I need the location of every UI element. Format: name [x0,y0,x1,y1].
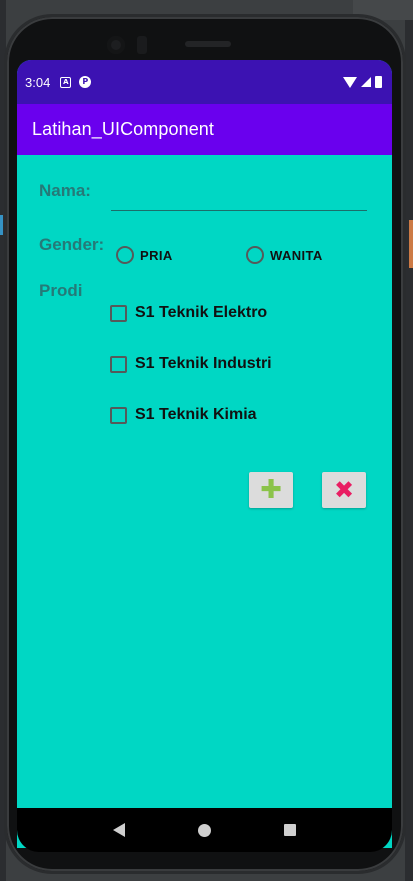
battery-icon [375,76,382,88]
close-icon: ✖ [333,476,355,504]
cancel-button[interactable]: ✖ [322,472,366,508]
prodi-label: Prodi [39,281,83,300]
front-camera [107,36,125,54]
status-time: 3:04 [25,74,51,90]
radio-circle-icon [116,246,134,264]
registration-form: Nama: Gender: PRIA WANITA Prodi S1 Tekni… [17,155,392,848]
signal-icon [361,77,371,87]
gender-label: Gender: [39,235,105,254]
add-button[interactable]: ✚ [249,472,293,508]
device-screen: 3:04 A P Latihan_UIComponent Nama: Gende… [17,60,392,848]
gender-option-label: PRIA [140,247,173,263]
proximity-sensor [137,36,147,54]
prodi-checkbox-kimia[interactable]: S1 Teknik Kimia [110,406,257,424]
prodi-option-label: S1 Teknik Elektro [135,304,268,321]
ide-editor-right-edge [405,0,413,881]
app-title: Latihan_UIComponent [32,119,215,139]
ide-scroll-marker [409,220,413,268]
wifi-icon [343,76,357,88]
status-indicators [343,76,382,88]
checkbox-square-icon [110,406,127,424]
prodi-option-label: S1 Teknik Industri [135,355,272,372]
a-notification-icon: A [60,76,72,88]
checkbox-square-icon [110,304,127,322]
prodi-checkbox-industri[interactable]: S1 Teknik Industri [110,355,272,373]
recents-icon[interactable] [283,824,296,836]
ide-side-marker [0,215,3,235]
radio-circle-icon [246,246,264,264]
system-navigation-bar [17,808,392,852]
p-notification-icon: P [79,76,92,88]
gender-radio-pria[interactable]: PRIA [116,246,173,264]
earpiece-speaker [185,41,231,47]
plus-icon: ✚ [260,475,282,505]
status-bar: 3:04 A P [17,60,392,104]
prodi-checkbox-elektro[interactable]: S1 Teknik Elektro [110,304,267,322]
prodi-option-label: S1 Teknik Kimia [135,406,257,423]
nama-label: Nama: [39,181,91,200]
nama-input[interactable] [111,175,367,211]
home-icon[interactable] [197,823,211,837]
gender-option-label: WANITA [270,247,323,263]
app-bar: Latihan_UIComponent [17,104,392,155]
gender-radio-wanita[interactable]: WANITA [246,246,323,264]
checkbox-square-icon [110,355,127,373]
back-icon[interactable] [113,823,126,837]
